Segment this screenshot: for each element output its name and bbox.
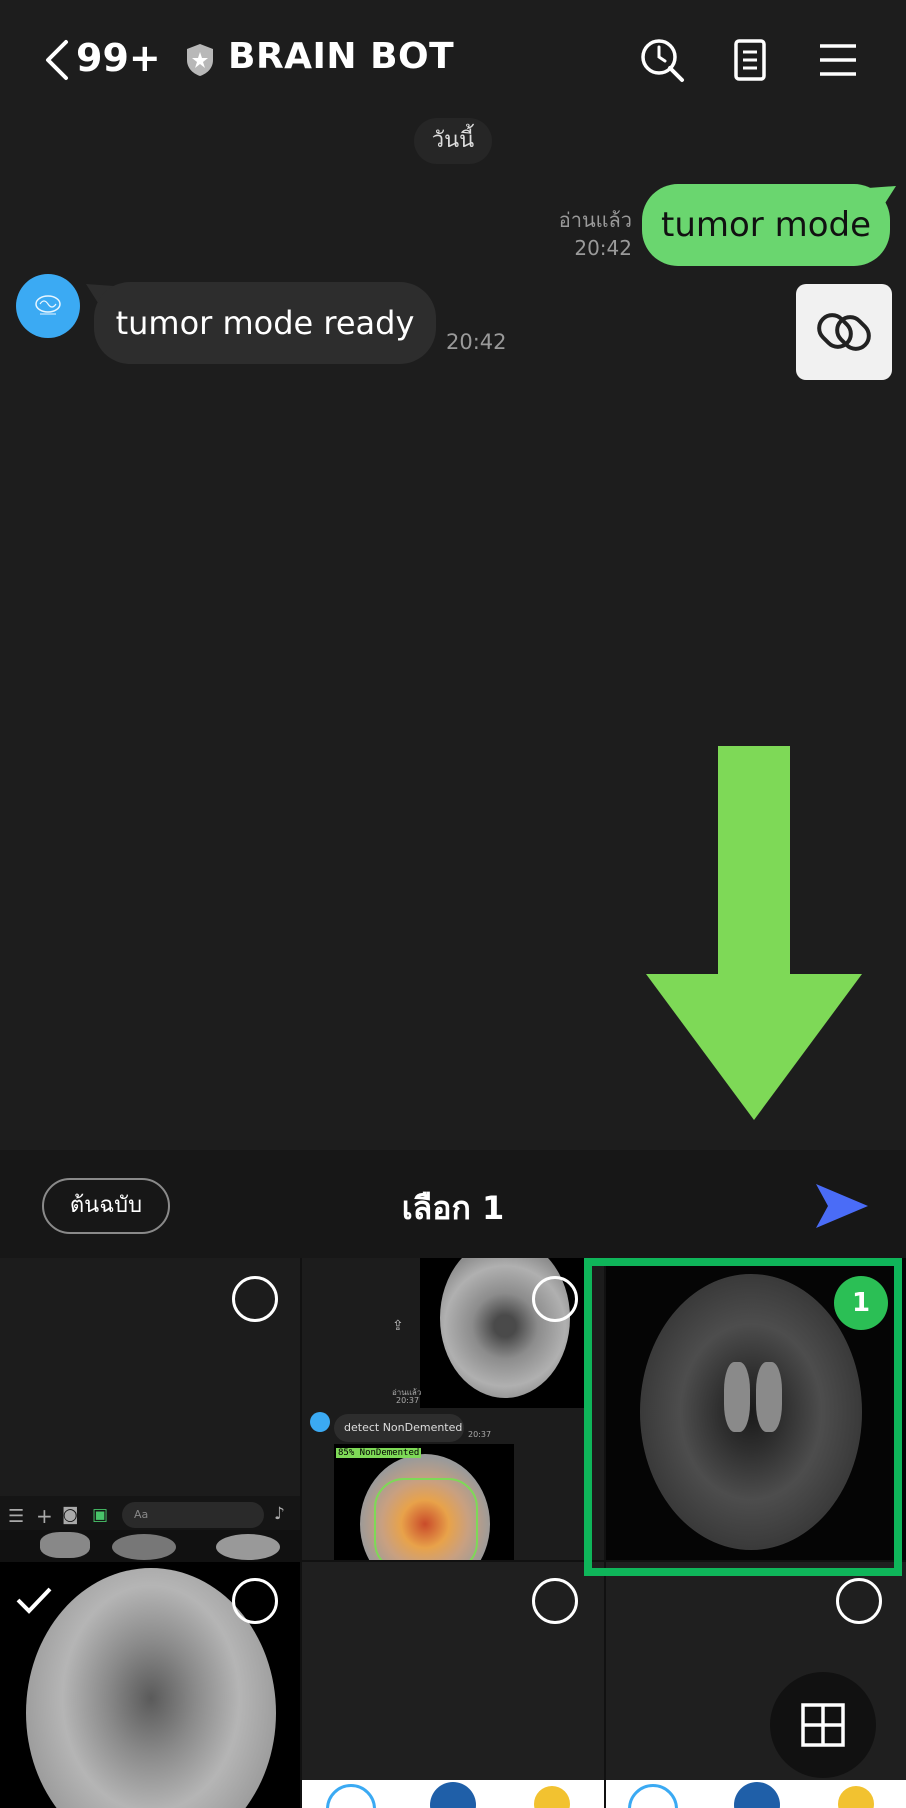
thumb-time: 20:37 [396, 1396, 420, 1405]
menu-icon[interactable] [814, 36, 862, 84]
share-link-button[interactable] [796, 284, 892, 380]
select-circle[interactable] [532, 1276, 578, 1322]
thumb-camera-icon: ◙ [62, 1505, 79, 1525]
brain-logo-icon [35, 295, 61, 315]
outgoing-message[interactable]: tumor mode [642, 184, 890, 266]
date-separator: วันนี้ [414, 118, 492, 164]
shield-icon [187, 44, 213, 76]
chevron-left-icon[interactable] [40, 38, 80, 82]
bot-avatar[interactable] [16, 274, 80, 338]
thumb-white-strip [302, 1780, 604, 1808]
thumb-logo [430, 1782, 476, 1808]
link-icon [817, 313, 871, 351]
thumb-time2: 20:37 [468, 1430, 492, 1439]
select-circle[interactable] [232, 1578, 278, 1624]
thumb-bubble-text: detect NonDemented [344, 1421, 463, 1434]
grid-view-button[interactable] [770, 1672, 876, 1778]
select-circle[interactable] [836, 1578, 882, 1624]
thumb-logo [326, 1784, 376, 1808]
gallery-thumbnail[interactable] [302, 1562, 604, 1808]
thumb-logo [534, 1786, 570, 1808]
select-circle[interactable] [532, 1578, 578, 1624]
thumb-strip [0, 1530, 300, 1560]
send-icon[interactable] [814, 1178, 870, 1234]
thumb-mic-icon: ♪ [274, 1504, 285, 1524]
chat-title[interactable]: BRAIN BOT [228, 36, 454, 77]
thumb-logo [734, 1782, 780, 1808]
gallery-thumbnail[interactable]: ☰ + ◙ ▣ Aa ♪ [0, 1258, 300, 1560]
thumb-image-icon: ▣ [92, 1505, 109, 1525]
thumb-result-label: 85% NonDemented [336, 1448, 422, 1458]
thumb-plus-icon: + [36, 1504, 53, 1528]
selected-count: เลือก 1 [401, 1189, 505, 1227]
detection-box [374, 1478, 478, 1560]
outgoing-time: 20:42 [574, 236, 632, 260]
gallery-thumbnail[interactable] [0, 1562, 300, 1808]
thumb-input: Aa [122, 1502, 264, 1528]
clock-search-icon[interactable] [638, 36, 686, 84]
unread-count[interactable]: 99+ [76, 36, 161, 80]
thumb-result-image: 85% NonDemented [334, 1444, 514, 1560]
thumb-logo [628, 1784, 678, 1808]
thumb-brain-mini [40, 1532, 90, 1558]
arrow-down-annotation [646, 746, 862, 1120]
thumb-placeholder: Aa [134, 1508, 149, 1521]
thumb-brain-mini [112, 1534, 176, 1560]
read-status: อ่านแล้ว 20:42 [550, 206, 632, 262]
incoming-time: 20:42 [446, 330, 507, 354]
thumb-menu-icon: ☰ [8, 1506, 25, 1527]
thumb-avatar [310, 1412, 330, 1432]
check-icon [16, 1587, 52, 1614]
grid-icon [801, 1703, 845, 1747]
select-circle[interactable] [232, 1276, 278, 1322]
read-label: อ่านแล้ว [558, 208, 632, 232]
notes-icon[interactable] [726, 36, 774, 84]
selection-highlight-frame [584, 1258, 902, 1576]
thumb-white-strip [606, 1780, 906, 1808]
gallery-thumbnail[interactable]: ⇪ อ่านแล้ว 20:37 detect NonDemented 20:3… [302, 1258, 604, 1560]
share-icon: ⇪ [392, 1318, 404, 1334]
incoming-message[interactable]: tumor mode ready [94, 282, 436, 364]
thumb-logo [838, 1786, 874, 1808]
thumb-brain-mini [216, 1534, 280, 1560]
thumb-bubble: detect NonDemented [334, 1414, 464, 1442]
